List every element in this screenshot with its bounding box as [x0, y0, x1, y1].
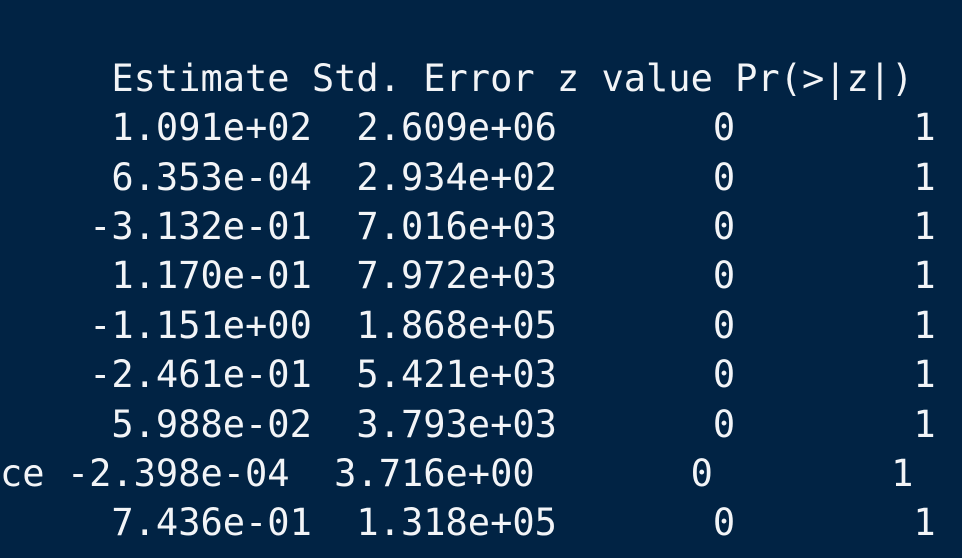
r-console-output: Estimate Std. Error z value Pr(>|z|) 1.0…: [0, 0, 962, 558]
p-value: 1: [735, 353, 936, 396]
p-value: 1: [712, 452, 914, 495]
z-value: 0: [556, 304, 736, 347]
std-error-value: 2.934e+02: [311, 156, 557, 199]
table-row: -1.151e+00 1.868e+05 0 1: [0, 301, 936, 351]
estimate-value: -1.151e+00: [66, 304, 312, 347]
table-row: 7.436e-01 1.318e+05 0 1: [0, 498, 936, 548]
table-row: 1.091e+02 2.609e+06 0 1: [0, 103, 936, 153]
header-z-value: z value: [534, 57, 713, 100]
z-value: 0: [556, 156, 736, 199]
header-rowname: [0, 57, 67, 100]
estimate-value: -2.398e-04: [66, 452, 290, 495]
z-value: 0: [556, 205, 736, 248]
table-row: ce -2.398e-04 3.716e+00 0 1: [0, 449, 913, 499]
p-value: 1: [735, 304, 936, 347]
header-estimate: Estimate: [66, 57, 290, 100]
std-error-value: 2.609e+06: [311, 106, 557, 149]
p-value: 1: [735, 403, 936, 446]
estimate-value: 6.353e-04: [66, 156, 312, 199]
row-name: [0, 353, 67, 396]
table-row: -3.132e-01 7.016e+03 0 1: [0, 202, 936, 252]
table-row: -2.461e-01 5.421e+03 0 1: [0, 350, 936, 400]
p-value: 1: [735, 205, 936, 248]
table-row: 1.170e-01 7.972e+03 0 1: [0, 251, 936, 301]
estimate-value: 7.436e-01: [66, 501, 312, 544]
estimate-value: 1.170e-01: [66, 254, 312, 297]
row-name: [0, 304, 67, 347]
row-name: [0, 205, 67, 248]
z-value: 0: [534, 452, 713, 495]
z-value: 0: [556, 403, 736, 446]
std-error-value: 3.716e+00: [289, 452, 535, 495]
std-error-value: 7.016e+03: [311, 205, 557, 248]
estimate-value: -2.461e-01: [66, 353, 312, 396]
row-name: [0, 501, 67, 544]
estimate-value: 5.988e-02: [66, 403, 312, 446]
table-row: 6.353e-04 2.934e+02 0 1: [0, 153, 936, 203]
std-error-value: 7.972e+03: [311, 254, 557, 297]
row-name: [0, 106, 67, 149]
std-error-value: 1.868e+05: [311, 304, 557, 347]
p-value: 1: [735, 501, 936, 544]
coefficient-table-header: Estimate Std. Error z value Pr(>|z|): [0, 54, 913, 104]
std-error-value: 1.318e+05: [311, 501, 557, 544]
p-value: 1: [735, 156, 936, 199]
p-value: 1: [735, 106, 936, 149]
row-name: ce: [0, 452, 67, 495]
z-value: 0: [556, 353, 736, 396]
estimate-value: -3.132e-01: [66, 205, 312, 248]
p-value: 1: [735, 254, 936, 297]
std-error-value: 5.421e+03: [311, 353, 557, 396]
header-pr-z: Pr(>|z|): [712, 57, 914, 100]
estimate-value: 1.091e+02: [66, 106, 312, 149]
std-error-value: 3.793e+03: [311, 403, 557, 446]
row-name: [0, 156, 67, 199]
row-name: [0, 403, 67, 446]
z-value: 0: [556, 106, 736, 149]
z-value: 0: [556, 501, 736, 544]
header-std-error: Std. Error: [289, 57, 535, 100]
table-row: 5.988e-02 3.793e+03 0 1: [0, 400, 936, 450]
row-name: [0, 254, 67, 297]
z-value: 0: [556, 254, 736, 297]
